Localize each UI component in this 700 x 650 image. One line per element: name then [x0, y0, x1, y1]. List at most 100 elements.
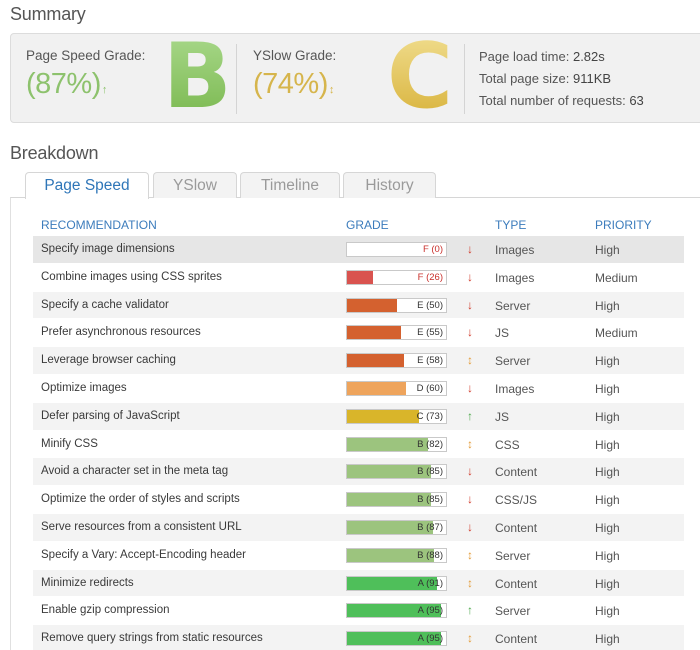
table-row[interactable]: Minify CSS B (82) ↕ CSS High [33, 431, 684, 459]
priority-value: High [595, 548, 620, 563]
table-row[interactable]: Serve resources from a consistent URL B (… [33, 513, 684, 542]
priority-value: High [595, 576, 620, 591]
recommendation-list: Specify image dimensions F (0) ↓ Images High… [33, 236, 684, 650]
pagespeed-grade-block: Page Speed Grade: (87%)↑ B [11, 24, 236, 129]
trend-down-icon: ↓ [467, 242, 473, 256]
grade-value: B (85) [417, 466, 443, 478]
trend-neutral-icon: ↕ [467, 575, 473, 590]
recommendation-name[interactable]: Defer parsing of JavaScript [41, 410, 180, 422]
pagespeed-percent-value: (87%) [26, 68, 101, 100]
recommendation-name[interactable]: Avoid a character set in the meta tag [41, 465, 228, 477]
trend-down-icon: ↓ [467, 325, 473, 340]
table-row[interactable]: Leverage browser caching E (58) ↕ Server Hig… [33, 347, 684, 375]
recommendation-name[interactable]: Specify a Vary: Accept-Encoding header [41, 549, 246, 561]
recommendation-name[interactable]: Specify a cache validator [41, 299, 169, 311]
yslow-grade-label: YSlow Grade: [253, 48, 337, 63]
table-row[interactable]: Combine images using CSS sprites F (26) ↓ I… [33, 264, 684, 292]
grade-bar-fill [347, 437, 429, 451]
grade-bar-fill [347, 354, 405, 368]
grade-value: D (60) [416, 382, 443, 394]
stat-page-size: Total page size: 911KB [479, 68, 644, 90]
grade-bar: B (82) [346, 436, 447, 452]
table-row[interactable]: Minimize redirects A (91) ↕ Content High [33, 569, 684, 598]
grade-bar: D (60) [346, 380, 447, 396]
type-value: Server [495, 604, 531, 619]
tab-timeline[interactable]: Timeline [240, 172, 340, 198]
grade-bar: E (58) [346, 353, 447, 369]
table-row[interactable]: Remove query strings from static resourc… [33, 625, 684, 650]
trend-down-icon: ↓ [467, 297, 473, 312]
recommendation-name[interactable]: Minimize redirects [41, 577, 134, 589]
yslow-grade-percent: (74%)↕ [253, 68, 334, 101]
grade-value: E (55) [417, 327, 443, 339]
priority-value: High [595, 465, 620, 480]
grade-value: C (73) [416, 410, 443, 422]
stat-request-count: Total number of requests: 63 [479, 90, 644, 112]
trend-down-icon: ↓ [467, 380, 473, 395]
grade-value: F (26) [417, 271, 443, 283]
type-value: Content [495, 632, 538, 647]
grade-value: B (85) [417, 494, 443, 506]
table-row[interactable]: Enable gzip compression A (95) ↑ Server High [33, 597, 684, 626]
yslow-grade-letter: C [387, 24, 454, 129]
summary-title: Summary [10, 4, 86, 24]
pagespeed-grade-letter: B [163, 24, 232, 129]
table-row[interactable]: Optimize the order of styles and scripts… [33, 486, 684, 514]
tab-page-speed[interactable]: Page Speed [25, 172, 149, 199]
recommendation-name[interactable]: Remove query strings from static resourc… [41, 632, 263, 644]
type-value: Server [495, 548, 531, 563]
table-row[interactable]: Specify a cache validator E (50) ↓ Server Hi… [33, 291, 684, 320]
recommendation-name[interactable]: Combine images using CSS sprites [41, 271, 222, 283]
type-value: Content [495, 465, 538, 480]
column-header-grade[interactable]: GRADE [346, 218, 389, 232]
recommendation-name[interactable]: Specify image dimensions [41, 243, 175, 255]
table-row[interactable]: Specify a Vary: Accept-Encoding header B … [33, 542, 684, 570]
column-header-recommendation[interactable]: RECOMMENDATION [41, 218, 157, 232]
tab-yslow[interactable]: YSlow [153, 172, 237, 198]
grade-bar: E (55) [346, 325, 447, 341]
trend-down-icon: ↓ [467, 519, 473, 534]
recommendation-name[interactable]: Enable gzip compression [41, 604, 170, 616]
grade-bar: B (88) [346, 547, 447, 563]
recommendation-name[interactable]: Minify CSS [41, 438, 98, 450]
type-value: JS [495, 326, 510, 341]
stat-value: 911KB [572, 71, 612, 86]
recommendation-name[interactable]: Leverage browser caching [41, 354, 176, 366]
priority-value: High [595, 437, 620, 452]
page-stats: Page load time: 2.82s Total page size: 9… [479, 46, 644, 112]
grade-value: E (50) [417, 299, 443, 311]
grade-bar-fill [347, 409, 420, 423]
grade-value: A (95) [417, 605, 443, 617]
grade-value: B (88) [417, 549, 443, 561]
table-row[interactable]: Specify image dimensions F (0) ↓ Images High [33, 236, 684, 264]
grade-bar: C (73) [346, 408, 447, 424]
yslow-grade-block: YSlow Grade: (74%)↕ C [237, 24, 464, 129]
priority-value: Medium [595, 326, 638, 341]
priority-value: Medium [595, 270, 638, 285]
table-row[interactable]: Avoid a character set in the meta tag B (… [33, 458, 684, 487]
recommendation-name[interactable]: Prefer asynchronous resources [41, 326, 201, 338]
recommendation-name[interactable]: Serve resources from a consistent URL [41, 521, 242, 533]
column-header-type[interactable]: TYPE [495, 218, 526, 232]
tab-history[interactable]: History [343, 172, 436, 198]
priority-value: High [595, 354, 620, 369]
type-value: Images [495, 243, 535, 257]
table-row[interactable]: Prefer asynchronous resources E (55) ↓ JS Me… [33, 319, 684, 348]
yslow-percent-value: (74%) [253, 68, 328, 100]
grade-value: A (91) [417, 577, 443, 589]
table-row[interactable]: Defer parsing of JavaScript C (73) ↑ JS High [33, 402, 684, 431]
grade-bar: A (95) [346, 603, 447, 619]
trend-down-icon: ↓ [467, 464, 473, 479]
type-value: Images [495, 381, 535, 396]
recommendation-name[interactable]: Optimize the order of styles and scripts [41, 493, 240, 505]
grade-bar: F (26) [346, 269, 447, 285]
table-row[interactable]: Optimize images D (60) ↓ Images High [33, 375, 684, 403]
breakdown-title: Breakdown [10, 143, 99, 163]
priority-value: High [595, 604, 620, 619]
grade-bar-fill [347, 270, 373, 284]
type-value: Server [495, 354, 531, 369]
column-header-priority[interactable]: PRIORITY [595, 218, 652, 232]
trend-neutral-icon: ↕ [467, 353, 473, 368]
stat-value: 2.82s [572, 49, 605, 64]
recommendation-name[interactable]: Optimize images [41, 382, 127, 394]
